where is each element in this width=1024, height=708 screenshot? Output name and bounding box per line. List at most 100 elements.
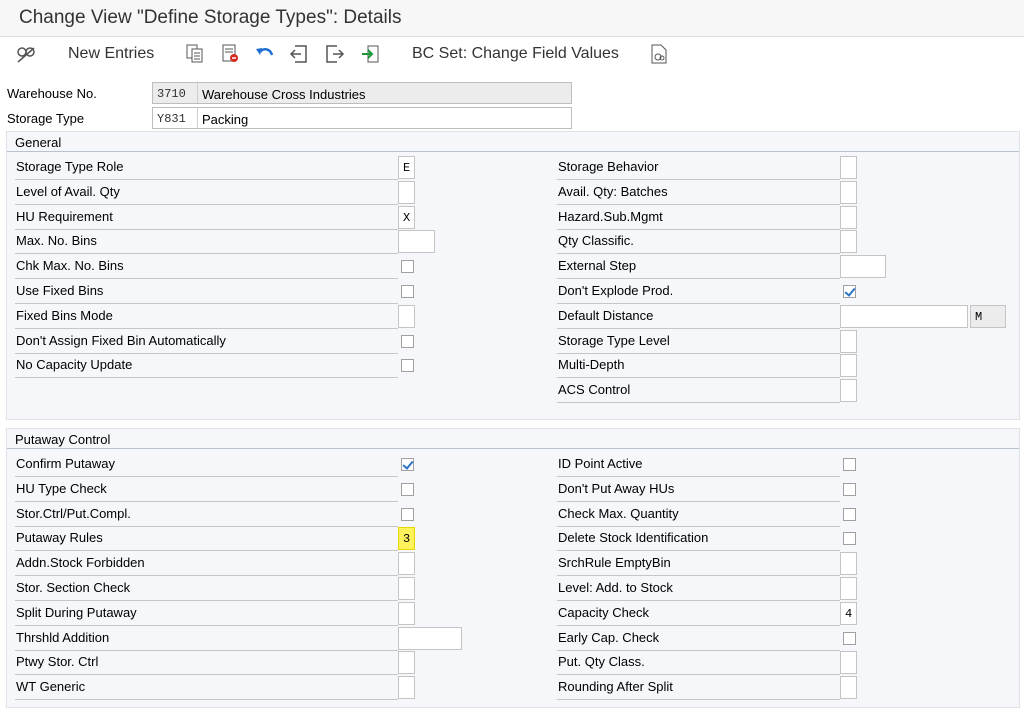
stor-section-check-label: Stor. Section Check: [15, 580, 398, 601]
section-title-putaway: Putaway Control: [7, 429, 1019, 449]
toolbar: New Entries BC Set: Change Field Values: [0, 37, 1024, 72]
divider: [197, 108, 198, 128]
storage-type-level-label: Storage Type Level: [557, 333, 840, 354]
row-srchrule-emptybin: SrchRule EmptyBin: [557, 552, 1024, 577]
row-stor-section-check: Stor. Section Check: [15, 577, 615, 602]
don-t-assign-fixed-bin-automatically-label: Don't Assign Fixed Bin Automatically: [15, 333, 398, 354]
default-distance-label: Default Distance: [557, 308, 840, 329]
id-point-active-label: ID Point Active: [557, 456, 840, 477]
rounding-after-split-field[interactable]: [840, 676, 857, 700]
don-t-explode-prod-checkbox[interactable]: [843, 285, 856, 298]
warehouse-desc: Warehouse Cross Industries: [202, 87, 366, 102]
confirm-putaway-checkbox[interactable]: [401, 458, 414, 471]
hazard-sub-mgmt-label: Hazard.Sub.Mgmt: [557, 209, 840, 230]
use-fixed-bins-checkbox[interactable]: [401, 285, 414, 298]
confirm-putaway-label: Confirm Putaway: [15, 456, 398, 477]
row-default-distance: Default Distance M: [557, 304, 1024, 330]
level-of-avail-qty-field[interactable]: [398, 180, 415, 204]
row-id-point-active: ID Point Active: [557, 453, 1024, 478]
new-entries-button[interactable]: New Entries: [68, 43, 154, 65]
fixed-bins-mode-label: Fixed Bins Mode: [15, 308, 398, 329]
warehouse-label: Warehouse No.: [7, 86, 97, 101]
early-cap-check-checkbox[interactable]: [843, 631, 856, 645]
chk-max-no-bins-checkbox[interactable]: [401, 260, 414, 274]
split-during-putaway-field[interactable]: [398, 601, 415, 625]
use-fixed-bins-label: Use Fixed Bins: [15, 283, 398, 304]
don-t-assign-fixed-bin-automatically-checkbox[interactable]: [401, 334, 414, 348]
split-during-putaway-label: Split During Putaway: [15, 605, 398, 626]
storage-type-level-field[interactable]: [840, 329, 857, 353]
max-no-bins-field[interactable]: [398, 230, 435, 254]
don-t-put-away-hus-label: Don't Put Away HUs: [557, 481, 840, 502]
bc-set-icon[interactable]: [648, 43, 670, 65]
max-no-bins-label: Max. No. Bins: [15, 233, 398, 255]
next-entry-icon[interactable]: [324, 43, 346, 65]
level-add-to-stock-label: Level: Add. to Stock: [557, 580, 840, 601]
section-title-general: General: [7, 132, 1019, 152]
row-don-t-assign-fixed-bin-automatically: Don't Assign Fixed Bin Automatically: [15, 330, 615, 355]
level-of-avail-qty-label: Level of Avail. Qty: [15, 184, 398, 205]
wt-generic-field[interactable]: [398, 676, 415, 700]
multi-depth-field[interactable]: [840, 354, 857, 378]
row-ptwy-stor-ctrl: Ptwy Stor. Ctrl: [15, 651, 615, 676]
addn-stock-forbidden-field[interactable]: [398, 552, 415, 576]
hu-requirement-field[interactable]: X: [398, 205, 415, 229]
row-wt-generic: WT Generic: [15, 676, 615, 701]
row-rounding-after-split: Rounding After Split: [557, 676, 1024, 701]
hu-type-check-checkbox[interactable]: [401, 482, 414, 496]
storage-behavior-field[interactable]: [840, 156, 857, 179]
put-qty-class-field[interactable]: [840, 651, 857, 675]
display-change-icon[interactable]: [14, 43, 38, 65]
row-stor-ctrl-put-compl: Stor.Ctrl/Put.Compl.: [15, 503, 615, 528]
select-icon[interactable]: [359, 43, 381, 65]
id-point-active-checkbox[interactable]: [843, 458, 856, 471]
avail-qty-batches-field[interactable]: [840, 180, 857, 204]
bc-set-change-field-values-button[interactable]: BC Set: Change Field Values: [412, 43, 619, 65]
addn-stock-forbidden-label: Addn.Stock Forbidden: [15, 555, 398, 577]
thrshld-addition-field[interactable]: [398, 626, 462, 650]
row-capacity-check: Capacity Check 4: [557, 601, 1024, 627]
putaway-section: Putaway Control Confirm Putaway HU Type C…: [6, 428, 1020, 708]
hu-requirement-label: HU Requirement: [15, 209, 398, 230]
capacity-check-field[interactable]: 4: [840, 601, 857, 625]
acs-control-field[interactable]: [840, 379, 857, 403]
qty-classific-field[interactable]: [840, 230, 857, 254]
delete-icon[interactable]: [220, 43, 242, 65]
no-capacity-update-checkbox[interactable]: [401, 359, 414, 373]
put-qty-class-label: Put. Qty Class.: [557, 654, 840, 676]
row-delete-stock-identification: Delete Stock Identification: [557, 527, 1024, 552]
copy-icon[interactable]: [184, 43, 206, 65]
storage-behavior-label: Storage Behavior: [557, 159, 840, 180]
previous-entry-icon[interactable]: [288, 43, 310, 65]
default-distance-unit-field[interactable]: M: [970, 304, 1006, 328]
row-storage-behavior: Storage Behavior: [557, 156, 1024, 181]
srchrule-emptybin-field[interactable]: [840, 552, 857, 576]
external-step-label: External Step: [557, 258, 840, 280]
putaway-rules-field[interactable]: 3: [398, 527, 415, 551]
external-step-field[interactable]: [840, 255, 886, 279]
stor-section-check-field[interactable]: [398, 577, 415, 600]
storage-type-field: Y831 Packing: [152, 107, 572, 129]
undo-icon[interactable]: [254, 43, 276, 65]
row-thrshld-addition: Thrshld Addition: [15, 626, 615, 652]
storage-type-role-label: Storage Type Role: [15, 159, 398, 180]
stor-ctrl-put-compl-checkbox[interactable]: [401, 507, 414, 521]
fixed-bins-mode-field[interactable]: [398, 304, 415, 328]
don-t-put-away-hus-checkbox[interactable]: [843, 482, 856, 496]
hazard-sub-mgmt-field[interactable]: [840, 205, 857, 229]
capacity-check-label: Capacity Check: [557, 605, 840, 626]
page-title: Change View "Define Storage Types": Deta…: [19, 7, 402, 28]
ptwy-stor-ctrl-field[interactable]: [398, 651, 415, 675]
row-confirm-putaway: Confirm Putaway: [15, 453, 615, 478]
chk-max-no-bins-label: Chk Max. No. Bins: [15, 258, 398, 280]
level-add-to-stock-field[interactable]: [840, 577, 857, 600]
check-max-quantity-checkbox[interactable]: [843, 507, 856, 521]
storage-type-role-field[interactable]: E: [398, 156, 415, 179]
default-distance-field[interactable]: [840, 304, 968, 328]
delete-stock-identification-checkbox[interactable]: [843, 532, 856, 546]
title-bar: Change View "Define Storage Types": Deta…: [0, 0, 1024, 37]
row-chk-max-no-bins: Chk Max. No. Bins: [15, 255, 615, 280]
row-no-capacity-update: No Capacity Update: [15, 354, 615, 379]
acs-control-label: ACS Control: [557, 382, 840, 404]
wt-generic-label: WT Generic: [15, 679, 398, 701]
